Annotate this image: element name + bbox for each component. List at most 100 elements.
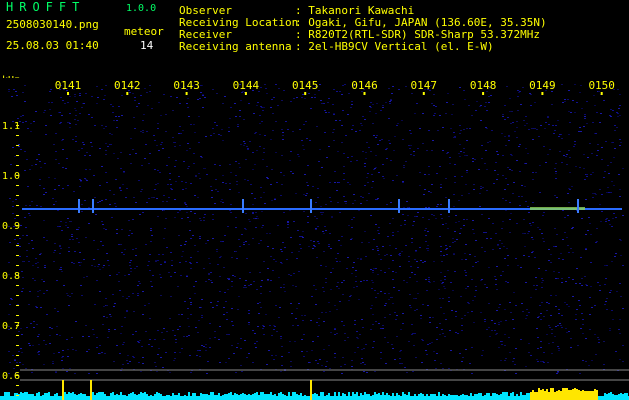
baseline-bar: [364, 392, 366, 400]
noise-dot: [165, 352, 167, 353]
noise-dot: [364, 166, 366, 167]
noise-dot: [347, 182, 349, 183]
noise-dot: [518, 146, 520, 147]
noise-dot: [200, 85, 202, 86]
noise-dot: [29, 215, 31, 216]
noise-dot: [525, 201, 527, 202]
noise-dot: [376, 246, 378, 247]
noise-dot: [219, 165, 221, 166]
noise-dot: [161, 142, 163, 143]
noise-dot: [109, 190, 111, 191]
noise-dot: [434, 360, 436, 361]
baseline-spike: [90, 380, 92, 400]
noise-dot: [93, 175, 95, 176]
noise-dot: [574, 144, 576, 145]
noise-dot: [539, 305, 541, 306]
noise-dot: [231, 286, 233, 287]
baseline-bar: [550, 388, 552, 400]
noise-dot: [488, 327, 490, 328]
noise-dot: [317, 363, 319, 364]
x-tick-label: 0150: [588, 79, 615, 92]
noise-dot: [485, 150, 487, 151]
noise-dot: [527, 233, 529, 234]
baseline-bar: [600, 396, 602, 400]
noise-dot: [394, 136, 396, 137]
x-tick-label: 0146: [351, 79, 378, 92]
y-tick-label: 0.8: [2, 271, 20, 282]
noise-dot: [25, 227, 27, 228]
noise-dot: [243, 287, 245, 288]
noise-dot: [241, 92, 243, 93]
noise-dot: [94, 266, 96, 267]
noise-dot: [471, 347, 473, 348]
noise-dot: [525, 366, 527, 367]
noise-dot: [375, 224, 377, 225]
noise-dot: [463, 90, 465, 91]
noise-dot: [290, 101, 292, 102]
noise-dot: [67, 218, 69, 219]
noise-dot: [278, 317, 280, 318]
noise-dot: [273, 325, 275, 326]
noise-dot: [519, 171, 521, 172]
noise-dot: [79, 179, 81, 180]
noise-dot: [492, 223, 494, 224]
noise-dot: [58, 185, 60, 186]
noise-dot: [202, 107, 204, 108]
noise-dot: [589, 297, 591, 298]
noise-dot: [60, 267, 62, 268]
noise-dot: [137, 293, 139, 294]
noise-dot: [270, 256, 272, 257]
noise-dot: [590, 286, 592, 287]
baseline-bar: [96, 393, 98, 400]
noise-dot: [334, 329, 336, 330]
noise-dot: [85, 169, 87, 170]
noise-dot: [22, 261, 24, 262]
noise-dot: [321, 103, 323, 104]
noise-dot: [287, 224, 289, 225]
noise-dot: [10, 298, 12, 299]
noise-dot: [201, 345, 203, 346]
noise-dot: [528, 352, 530, 353]
noise-dot: [604, 304, 606, 305]
noise-dot: [299, 236, 301, 237]
noise-dot: [151, 286, 153, 287]
noise-dot: [79, 265, 81, 266]
baseline-bar: [544, 391, 546, 400]
noise-dot: [359, 334, 361, 335]
noise-dot: [188, 326, 190, 327]
noise-dot: [599, 285, 601, 286]
noise-dot: [240, 338, 242, 339]
noise-dot: [321, 312, 323, 313]
noise-dot: [96, 103, 98, 104]
noise-dot: [261, 121, 263, 122]
noise-dot: [479, 206, 481, 207]
noise-dot: [575, 166, 577, 167]
noise-dot: [439, 323, 441, 324]
noise-dot: [513, 182, 515, 183]
noise-dot: [445, 197, 447, 198]
noise-dot: [605, 221, 607, 222]
noise-dot: [455, 215, 457, 216]
noise-dot: [272, 248, 274, 249]
baseline-bar: [552, 388, 554, 400]
noise-dot: [72, 349, 74, 350]
noise-dot: [596, 112, 598, 113]
noise-dot: [316, 218, 318, 219]
noise-dot: [121, 326, 123, 327]
noise-dot: [8, 91, 10, 92]
noise-dot: [442, 224, 444, 225]
noise-dot: [199, 238, 201, 239]
noise-dot: [120, 190, 122, 191]
noise-dot: [126, 311, 128, 312]
noise-dot: [288, 352, 290, 353]
noise-dot: [230, 172, 232, 173]
noise-dot: [584, 114, 586, 115]
noise-dot: [381, 139, 383, 140]
noise-dot: [447, 270, 449, 271]
noise-dot: [252, 213, 254, 214]
noise-dot: [147, 105, 149, 106]
noise-dot: [99, 148, 101, 149]
noise-dot: [198, 142, 200, 143]
noise-dot: [504, 189, 506, 190]
noise-dot: [57, 210, 59, 211]
